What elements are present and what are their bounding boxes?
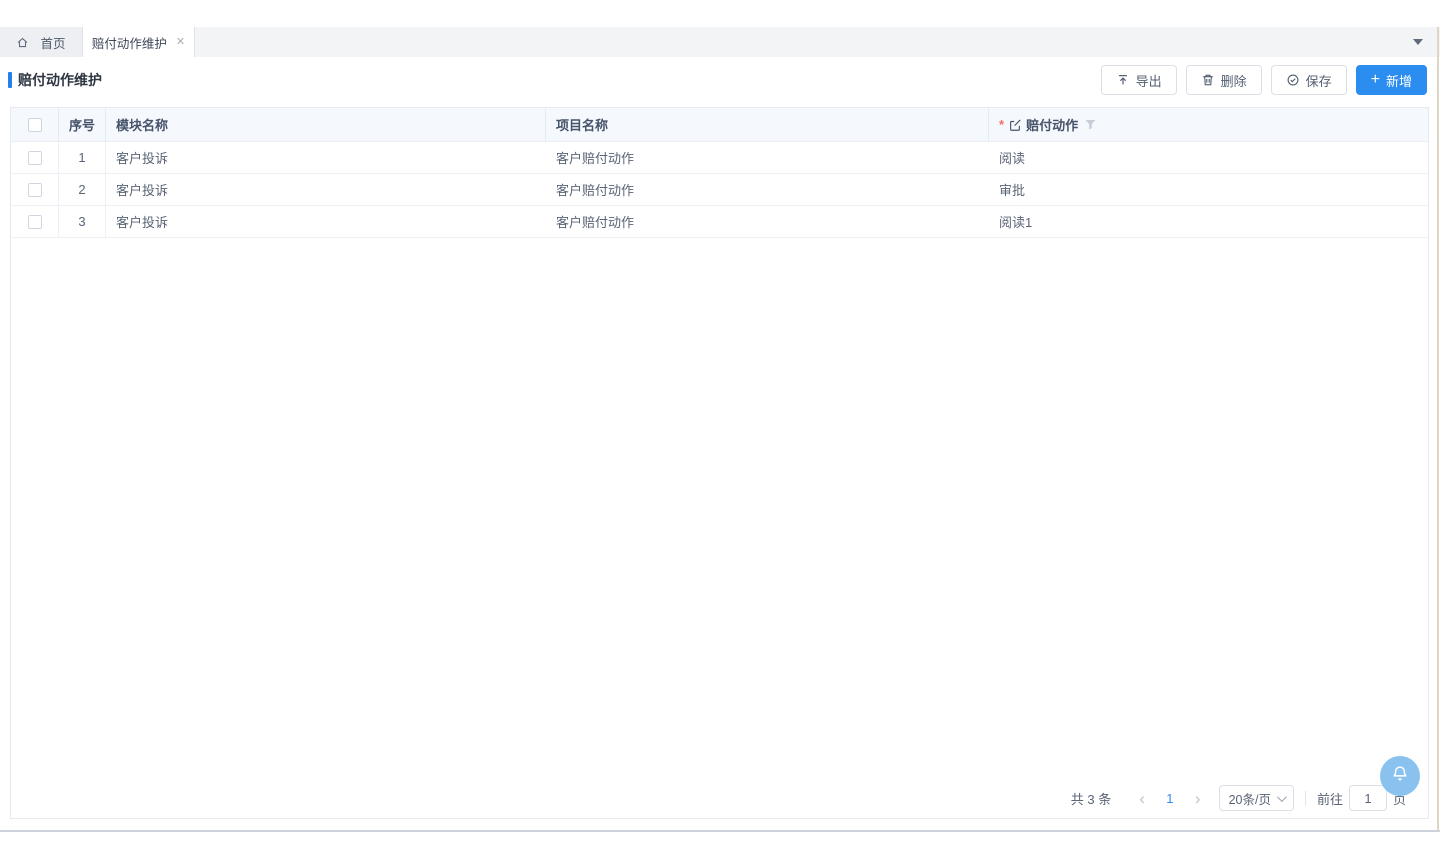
goto-label: 前往 <box>1317 789 1343 808</box>
pagination-total: 共 3 条 <box>1071 789 1111 808</box>
pager-divider <box>1305 791 1306 806</box>
tabs-dropdown-button[interactable] <box>1408 32 1428 52</box>
row-checkbox[interactable] <box>28 151 42 165</box>
header-payment-action: * 赔付动作 <box>989 108 1428 141</box>
page-header: 赔付动作维护 导出 删除 <box>0 57 1440 103</box>
close-icon[interactable]: ✕ <box>176 37 185 48</box>
home-icon <box>16 36 29 49</box>
cell-seq: 1 <box>59 142 106 173</box>
tab-home-label: 首页 <box>40 33 65 52</box>
row-checkbox[interactable] <box>28 215 42 229</box>
toolbar: 导出 删除 保存 + <box>1101 65 1427 95</box>
check-circle-icon <box>1286 73 1300 87</box>
page-size-label: 20条/页 <box>1229 789 1271 808</box>
goto-page-input[interactable] <box>1349 785 1387 811</box>
cell-project: 客户赔付动作 <box>546 206 989 237</box>
header-checkbox-cell <box>11 108 59 141</box>
filter-icon[interactable] <box>1084 118 1097 131</box>
bottom-divider <box>0 830 1440 832</box>
header-project-name: 项目名称 <box>546 108 989 141</box>
row-checkbox-cell <box>11 174 59 205</box>
save-button[interactable]: 保存 <box>1271 65 1347 95</box>
add-button-label: 新增 <box>1386 71 1412 90</box>
title-accent-bar <box>8 72 12 88</box>
cell-module: 客户投诉 <box>106 206 546 237</box>
edit-icon <box>1008 118 1022 132</box>
cell-project: 客户赔付动作 <box>546 142 989 173</box>
app-window: 首页 赔付动作维护 ✕ 赔付动作维护 导出 <box>0 0 1440 860</box>
data-grid: 序号 模块名称 项目名称 * 赔付动作 <box>10 107 1429 819</box>
header-payment-action-label: 赔付动作 <box>1026 115 1078 134</box>
next-page-button[interactable]: › <box>1185 790 1211 807</box>
page-number-1[interactable]: 1 <box>1155 791 1185 806</box>
select-all-checkbox[interactable] <box>28 118 42 132</box>
bell-icon <box>1389 763 1411 790</box>
cell-module: 客户投诉 <box>106 142 546 173</box>
header-module-name: 模块名称 <box>106 108 546 141</box>
chevron-down-icon <box>1277 792 1287 802</box>
cell-module: 客户投诉 <box>106 174 546 205</box>
tab-active-label: 赔付动作维护 <box>92 33 167 52</box>
row-checkbox[interactable] <box>28 183 42 197</box>
export-button-label: 导出 <box>1136 71 1162 90</box>
caret-down-icon <box>1413 39 1423 45</box>
header-seq: 序号 <box>59 108 106 141</box>
table-row: 1 客户投诉 客户赔付动作 阅读 <box>11 142 1428 174</box>
upload-icon <box>1116 73 1130 87</box>
cell-payment-action[interactable]: 阅读 <box>989 142 1428 173</box>
page-title-wrap: 赔付动作维护 <box>8 70 102 90</box>
trash-icon <box>1201 73 1215 87</box>
required-mark: * <box>999 117 1004 132</box>
page-title: 赔付动作维护 <box>18 70 102 90</box>
save-button-label: 保存 <box>1306 71 1332 90</box>
window-right-edge <box>1437 27 1439 831</box>
delete-button-label: 删除 <box>1221 71 1247 90</box>
tab-bar: 首页 赔付动作维护 ✕ <box>0 27 1440 57</box>
notification-fab[interactable] <box>1380 756 1420 796</box>
page-size-select[interactable]: 20条/页 <box>1219 785 1294 811</box>
row-checkbox-cell <box>11 206 59 237</box>
table-header-row: 序号 模块名称 项目名称 * 赔付动作 <box>11 108 1428 142</box>
cell-seq: 2 <box>59 174 106 205</box>
export-button[interactable]: 导出 <box>1101 65 1177 95</box>
pagination-bar: 共 3 条 ‹ 1 › 20条/页 前往 页 <box>11 778 1428 818</box>
tab-payment-action-maintenance[interactable]: 赔付动作维护 ✕ <box>83 27 195 57</box>
cell-project: 客户赔付动作 <box>546 174 989 205</box>
cell-payment-action[interactable]: 审批 <box>989 174 1428 205</box>
prev-page-button[interactable]: ‹ <box>1129 790 1155 807</box>
cell-payment-action[interactable]: 阅读1 <box>989 206 1428 237</box>
row-checkbox-cell <box>11 142 59 173</box>
cell-seq: 3 <box>59 206 106 237</box>
table-empty-area <box>11 238 1428 778</box>
table-row: 2 客户投诉 客户赔付动作 审批 <box>11 174 1428 206</box>
plus-icon: + <box>1371 72 1380 88</box>
delete-button[interactable]: 删除 <box>1186 65 1262 95</box>
table-row: 3 客户投诉 客户赔付动作 阅读1 <box>11 206 1428 238</box>
tab-home[interactable]: 首页 <box>0 27 83 57</box>
add-button[interactable]: + 新增 <box>1356 65 1427 95</box>
